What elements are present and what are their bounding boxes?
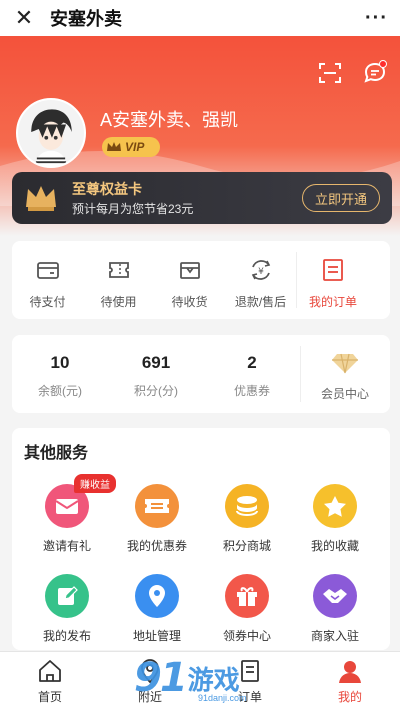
order-item-pending-payment[interactable]: 待支付 — [12, 241, 83, 319]
service-label: 地址管理 — [132, 629, 181, 643]
close-icon[interactable]: ✕ — [12, 5, 36, 31]
message-icon[interactable] — [362, 60, 388, 86]
ticket-icon — [108, 262, 129, 278]
star-icon — [313, 484, 357, 528]
orders-card: 待支付 待使用 待收货 ¥ 退款/售后 我的订单 — [12, 241, 390, 319]
points-stat[interactable]: 691 积分(分) — [108, 335, 204, 413]
box-icon — [179, 262, 200, 279]
coupons-value: 2 — [247, 353, 257, 372]
more-icon[interactable]: ··· — [365, 7, 388, 30]
order-icon — [241, 660, 259, 682]
service-label: 我的优惠券 — [126, 539, 187, 553]
user-icon — [339, 661, 361, 683]
service-invite[interactable]: 赚收益 邀请有礼 — [20, 474, 116, 554]
service-label: 积分商城 — [222, 539, 271, 553]
service-label: 商家入驻 — [310, 629, 359, 643]
tab-label: 我的 — [337, 690, 362, 704]
top-bar: ✕ 安塞外卖 ··· — [0, 0, 400, 36]
order-item-label: 待使用 — [100, 295, 137, 309]
scan-icon[interactable] — [317, 60, 343, 86]
edit-icon — [45, 574, 89, 618]
handshake-icon — [313, 574, 357, 618]
watermark-text: 游戏 — [187, 664, 240, 695]
service-points-mall[interactable]: 积分商城 — [200, 484, 294, 554]
gift-icon — [225, 574, 269, 618]
balance-label: 余额(元) — [38, 384, 82, 398]
location-icon — [135, 574, 179, 618]
home-icon — [39, 660, 61, 682]
watermark-number: 91 — [134, 655, 188, 701]
balance-stat[interactable]: 10 余额(元) — [12, 335, 108, 413]
coupons-label: 优惠券 — [233, 384, 270, 398]
services-card: 其他服务 赚收益 邀请有礼 我的优惠券 积分商城 我的收藏 我的发布 地址管理 … — [12, 428, 390, 650]
member-center-label: 会员中心 — [320, 387, 369, 401]
service-my-coupons[interactable]: 我的优惠券 — [110, 484, 204, 554]
privilege-subtitle: 预计每月为您节省23元 — [72, 202, 194, 216]
order-item-to-use[interactable]: 待使用 — [83, 241, 154, 319]
vip-label: VIP — [125, 140, 145, 154]
coins-icon — [225, 484, 269, 528]
order-item-label: 待收货 — [171, 295, 208, 309]
member-center-button[interactable]: 会员中心 — [301, 335, 389, 413]
stats-card: 10 余额(元) 691 积分(分) 2 优惠券 会员中心 — [12, 335, 390, 413]
service-merchant-join[interactable]: 商家入驻 — [288, 574, 382, 644]
username: A安塞外卖、强凯 — [100, 110, 239, 130]
service-coupon-center[interactable]: 领券中心 — [200, 574, 294, 644]
service-label: 邀请有礼 — [42, 539, 91, 553]
service-label: 我的收藏 — [310, 539, 359, 553]
diamond-icon — [332, 353, 358, 374]
avatar[interactable] — [16, 98, 86, 168]
tab-label: 首页 — [37, 690, 62, 704]
notification-dot — [379, 60, 387, 68]
refund-icon: ¥ — [251, 260, 270, 280]
open-now-button[interactable]: 立即开通 — [302, 184, 380, 212]
crown-card-icon — [26, 186, 56, 211]
points-label: 积分(分) — [134, 384, 178, 398]
vip-badge: VIP — [102, 137, 160, 157]
crown-icon — [107, 142, 121, 151]
my-orders-button[interactable]: 我的订单 — [297, 241, 369, 319]
privilege-title: 至尊权益卡 — [72, 181, 142, 197]
page-title: 安塞外卖 — [50, 9, 122, 29]
service-label: 领券中心 — [222, 629, 271, 643]
order-item-to-receive[interactable]: 待收货 — [154, 241, 225, 319]
service-my-posts[interactable]: 我的发布 — [20, 574, 114, 644]
service-address[interactable]: 地址管理 — [110, 574, 204, 644]
tab-mine[interactable]: 我的 — [300, 652, 400, 711]
service-label: 我的发布 — [42, 629, 91, 643]
order-item-label: 待支付 — [29, 295, 66, 309]
services-title: 其他服务 — [24, 445, 89, 462]
watermark: 91 游戏 91danji.com — [134, 655, 247, 703]
order-item-label: 退款/售后 — [234, 295, 287, 309]
coupons-stat[interactable]: 2 优惠券 — [204, 335, 300, 413]
svg-text:¥: ¥ — [258, 267, 264, 277]
order-item-refund[interactable]: ¥ 退款/售后 — [225, 241, 296, 319]
wallet-icon — [36, 262, 59, 279]
my-orders-label: 我的订单 — [308, 295, 357, 309]
service-favorites[interactable]: 我的收藏 — [288, 484, 382, 554]
privilege-card[interactable]: 至尊权益卡 预计每月为您节省23元 立即开通 — [12, 172, 392, 224]
order-list-icon — [323, 259, 343, 281]
coupon-icon — [135, 484, 179, 528]
points-value: 691 — [141, 353, 171, 372]
tab-home[interactable]: 首页 — [0, 652, 100, 711]
watermark-url: 91danji.com — [198, 693, 247, 703]
balance-value: 10 — [50, 353, 70, 372]
